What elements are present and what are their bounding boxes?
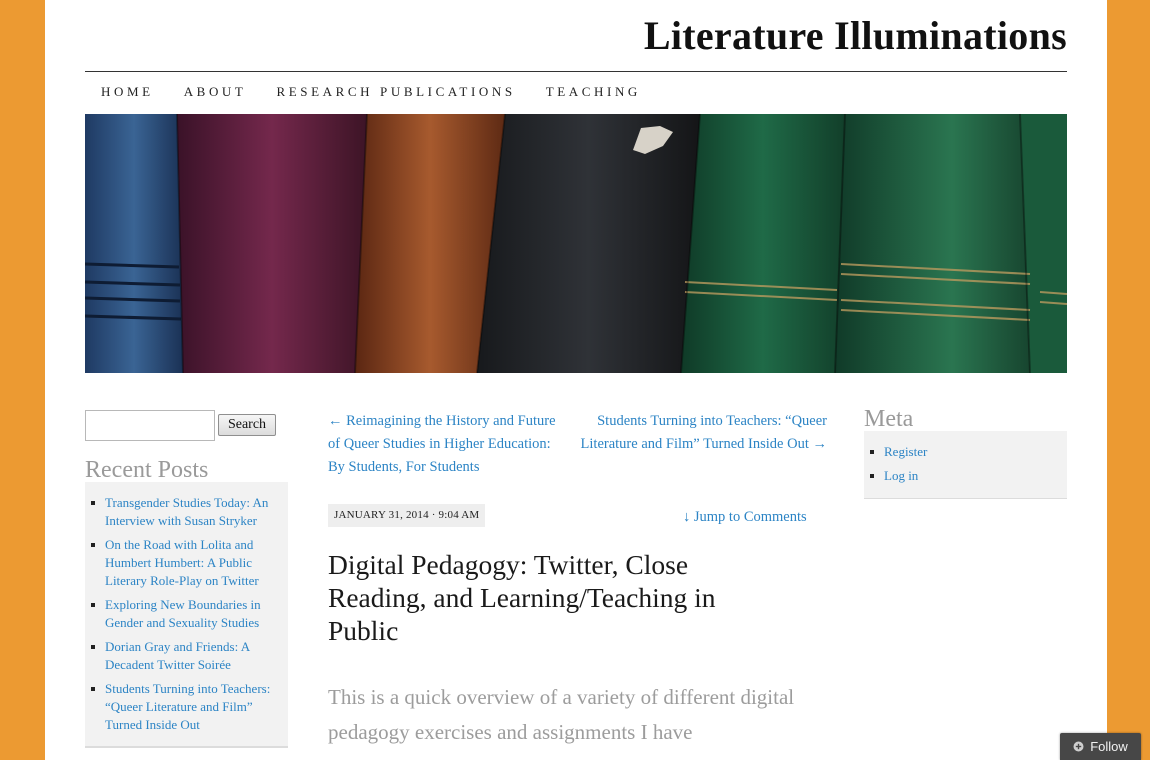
next-post-link[interactable]: Students Turning into Teachers: “Queer L… xyxy=(573,410,827,456)
list-item: On the Road with Lolita and Humbert Humb… xyxy=(91,536,281,590)
page-container: Literature Illuminations Home About Rese… xyxy=(45,0,1107,760)
header-divider xyxy=(85,71,1067,72)
meta-list: Register Log in xyxy=(870,443,927,491)
site-title[interactable]: Literature Illuminations xyxy=(644,12,1067,59)
recent-post-link[interactable]: Dorian Gray and Friends: A Decadent Twit… xyxy=(105,638,281,674)
recent-posts-list: Transgender Studies Today: An Interview … xyxy=(91,494,281,740)
meta-title: Meta xyxy=(864,406,914,432)
meta-widget: Register Log in xyxy=(864,431,1067,499)
post-date-badge[interactable]: JANUARY 31, 2014 · 9:04 AM xyxy=(328,504,486,527)
main-navigation: Home About Research Publications Teachin… xyxy=(101,84,671,100)
post-excerpt: This is a quick overview of a variety of… xyxy=(328,685,795,744)
jump-to-comments-link[interactable]: ↓ Jump to Comments xyxy=(683,509,807,526)
follow-button[interactable]: Follow xyxy=(1060,733,1141,760)
plus-circle-icon xyxy=(1073,741,1084,752)
recent-post-link[interactable]: Transgender Studies Today: An Interview … xyxy=(105,494,281,530)
list-item: Log in xyxy=(870,467,927,485)
list-item: Dorian Gray and Friends: A Decadent Twit… xyxy=(91,638,281,674)
list-item: Register xyxy=(870,443,927,461)
search-button[interactable]: Search xyxy=(218,414,276,436)
recent-post-link[interactable]: Exploring New Boundaries in Gender and S… xyxy=(105,596,281,632)
header-image[interactable] xyxy=(85,114,1067,373)
nav-item-teaching[interactable]: Teaching xyxy=(546,84,641,100)
books-image xyxy=(85,114,1067,373)
list-item: Transgender Studies Today: An Interview … xyxy=(91,494,281,530)
list-item: Exploring New Boundaries in Gender and S… xyxy=(91,596,281,632)
list-item: Students Turning into Teachers: “Queer L… xyxy=(91,680,281,734)
login-link[interactable]: Log in xyxy=(884,468,918,483)
recent-posts-title: Recent Posts xyxy=(85,457,209,483)
search-input[interactable] xyxy=(85,410,215,441)
recent-posts-widget: Transgender Studies Today: An Interview … xyxy=(85,482,288,748)
follow-label: Follow xyxy=(1090,739,1128,754)
post-title: Digital Pedagogy: Twitter, Close Reading… xyxy=(328,549,716,646)
nav-item-home[interactable]: Home xyxy=(101,84,154,100)
nav-item-research-publications[interactable]: Research Publications xyxy=(276,84,515,100)
nav-item-about[interactable]: About xyxy=(184,84,247,100)
previous-post-link[interactable]: ← Reimagining the History and Future of … xyxy=(328,410,570,479)
register-link[interactable]: Register xyxy=(884,444,927,459)
recent-post-link[interactable]: Students Turning into Teachers: “Queer L… xyxy=(105,680,281,734)
recent-post-link[interactable]: On the Road with Lolita and Humbert Humb… xyxy=(105,536,281,590)
